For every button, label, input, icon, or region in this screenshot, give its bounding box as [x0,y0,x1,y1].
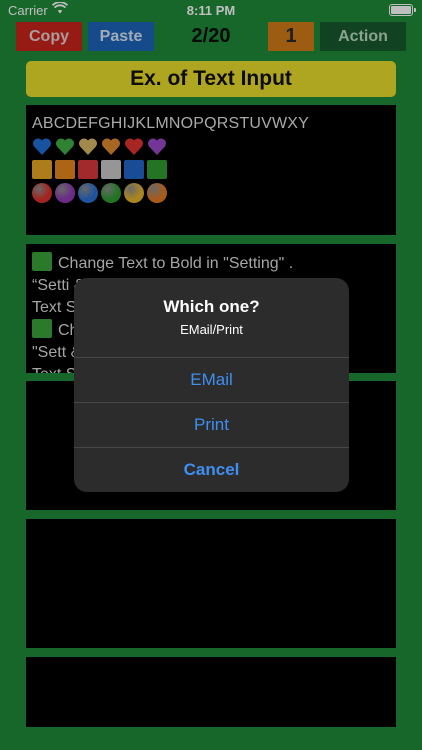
dialog-message: EMail/Print [180,322,243,337]
print-option-button[interactable]: Print [74,403,349,447]
dialog-title: Which one? [163,297,260,316]
cancel-button[interactable]: Cancel [74,448,349,492]
alert-dialog: Which one? EMail/Print EMail Print Cance… [74,278,349,492]
email-option-button[interactable]: EMail [74,358,349,402]
